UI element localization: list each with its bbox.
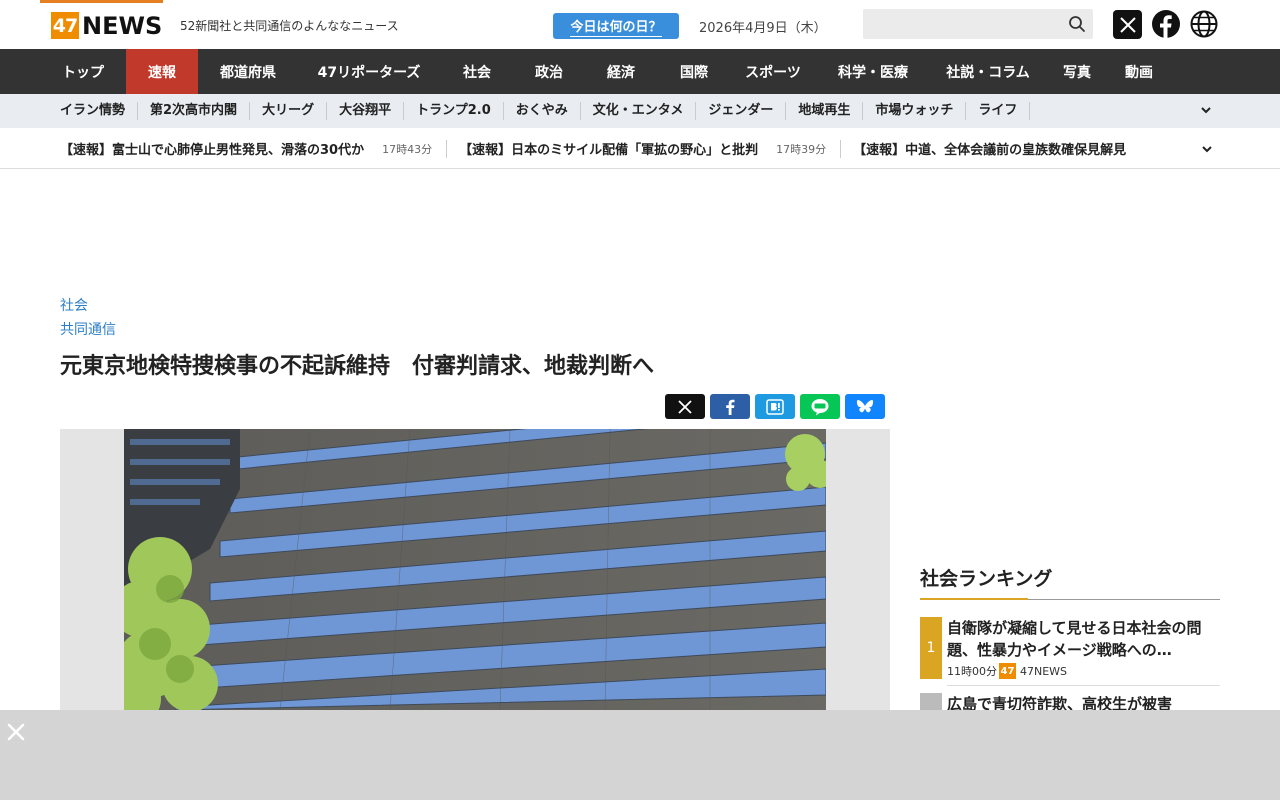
nav-photos[interactable]: 写真 xyxy=(1046,49,1108,94)
ticker-time: 17時39分 xyxy=(776,142,827,156)
nav-top[interactable]: トップ xyxy=(40,49,126,94)
today-in-history-button[interactable]: 今日は何の日？ xyxy=(553,13,679,39)
current-date: 2026年4月9日（木） xyxy=(699,21,827,36)
ranking-number: 1 xyxy=(920,617,942,679)
subnav-item[interactable]: 市場ウォッチ xyxy=(863,102,967,120)
share-hatena-button[interactable] xyxy=(755,394,795,419)
subnav-item[interactable]: イラン情勢 xyxy=(48,102,139,120)
nav-science-medicine[interactable]: 科学・医療 xyxy=(816,49,930,94)
subnav-item[interactable]: ライフ xyxy=(966,102,1031,120)
chevron-down-icon[interactable] xyxy=(1200,142,1214,156)
site-tagline: 52新聞社と共同通信のよんななニュース xyxy=(180,19,399,33)
nav-47reporters[interactable]: 47リポーターズ xyxy=(298,49,440,94)
site-header: 47 NEWS 52新聞社と共同通信のよんななニュース 今日は何の日？ 2026… xyxy=(0,0,1280,49)
nav-breaking[interactable]: 速報 xyxy=(126,49,198,94)
globe-language-icon[interactable] xyxy=(1190,10,1218,38)
nav-economy[interactable]: 経済 xyxy=(584,49,658,94)
ranking-divider-accent xyxy=(920,598,1028,600)
facebook-icon[interactable] xyxy=(1152,10,1180,39)
share-line-button[interactable] xyxy=(800,394,840,419)
subnav-item[interactable]: トランプ2.0 xyxy=(404,102,504,120)
share-bluesky-button[interactable] xyxy=(845,394,885,419)
ranking-item[interactable]: 1 自衛隊が凝縮して見せる日本社会の問題、性暴力やイメージ戦略への… 11時00… xyxy=(920,617,1220,679)
article-photo xyxy=(60,429,890,710)
today-in-history-label: 今日は何の日？ xyxy=(570,16,662,37)
topic-subnav: イラン情勢 第2次高市内閣 大リーグ 大谷翔平 トランプ2.0 おくやみ 文化・… xyxy=(0,94,1280,128)
article-headline: 元東京地検特捜検事の不起訴維持 付審判請求、地裁判断へ xyxy=(60,354,655,379)
subnav-item[interactable]: 大リーグ xyxy=(250,102,328,120)
nav-sports[interactable]: スポーツ xyxy=(730,49,816,94)
logo-47-mark: 47 xyxy=(51,12,79,39)
nav-society[interactable]: 社会 xyxy=(440,49,514,94)
article-category-link[interactable]: 社会 xyxy=(60,295,88,315)
nav-politics[interactable]: 政治 xyxy=(514,49,584,94)
ranking-meta: 11時00分 47 47NEWS xyxy=(947,663,1067,679)
nav-prefectures[interactable]: 都道府県 xyxy=(198,49,298,94)
facebook-f-icon xyxy=(726,399,735,415)
ranking-time: 11時00分 xyxy=(947,665,997,678)
close-icon[interactable] xyxy=(6,722,26,742)
building-photo-image xyxy=(60,429,890,710)
ticker-headline: 【速報】富士山で心肺停止男性発見、滑落の30代か xyxy=(60,143,365,158)
hatena-bookmark-icon xyxy=(766,398,784,415)
subnav-item[interactable]: ジェンダー xyxy=(696,102,787,120)
site-logo[interactable]: 47 NEWS xyxy=(51,11,163,40)
x-twitter-icon[interactable] xyxy=(1113,10,1142,39)
logo-accent-bar xyxy=(40,0,163,3)
search-box xyxy=(863,9,1093,39)
ticker-headline: 【速報】日本のミサイル配備「軍拡の野心」と批判 xyxy=(459,143,759,158)
breaking-news-ticker: 【速報】富士山で心肺停止男性発見、滑落の30代か 17時43分 【速報】日本のミ… xyxy=(0,128,1280,169)
share-x-button[interactable] xyxy=(665,394,705,419)
ranking-headline: 自衛隊が凝縮して見せる日本社会の問題、性暴力やイメージ戦略への… xyxy=(947,619,1202,659)
subnav-item[interactable]: 大谷翔平 xyxy=(327,102,405,120)
ranking-source-badge: 47 xyxy=(999,663,1016,679)
ticker-headline: 【速報】中道、全体会議前の皇族数確保見解見 xyxy=(853,143,1127,158)
ticker-item[interactable]: 【速報】富士山で心肺停止男性発見、滑落の30代か 17時43分 xyxy=(60,139,448,158)
subnav-item[interactable]: 文化・エンタメ xyxy=(581,102,697,120)
search-input[interactable] xyxy=(863,9,1063,39)
nav-editorials-columns[interactable]: 社説・コラム xyxy=(930,49,1046,94)
subnav-item[interactable]: おくやみ xyxy=(504,102,581,120)
nav-international[interactable]: 国際 xyxy=(658,49,730,94)
ranking-separator xyxy=(947,685,1220,686)
line-icon xyxy=(811,398,829,415)
bottom-ad-overlay xyxy=(0,710,1280,800)
search-icon[interactable] xyxy=(1068,15,1086,33)
nav-videos[interactable]: 動画 xyxy=(1108,49,1170,94)
bluesky-icon xyxy=(856,399,874,412)
main-nav: トップ 速報 都道府県 47リポーターズ 社会 政治 経済 国際 スポーツ 科学… xyxy=(0,49,1280,94)
share-facebook-button[interactable] xyxy=(710,394,750,419)
ranking-title: 社会ランキング xyxy=(920,568,1053,590)
x-twitter-icon xyxy=(678,399,692,414)
ranking-source: 47NEWS xyxy=(1020,664,1068,678)
subnav-item[interactable]: 地域再生 xyxy=(786,102,864,120)
ticker-item[interactable]: 【速報】中道、全体会議前の皇族数確保見解見 xyxy=(853,140,1140,158)
article-source-link[interactable]: 共同通信 xyxy=(60,319,116,339)
ticker-time: 17時43分 xyxy=(382,142,433,156)
ticker-item[interactable]: 【速報】日本のミサイル配備「軍拡の野心」と批判 17時39分 xyxy=(459,139,842,158)
chevron-down-icon[interactable] xyxy=(1199,103,1213,117)
subnav-item[interactable]: 第2次高市内閣 xyxy=(138,102,251,120)
logo-wordmark: NEWS xyxy=(82,11,163,40)
